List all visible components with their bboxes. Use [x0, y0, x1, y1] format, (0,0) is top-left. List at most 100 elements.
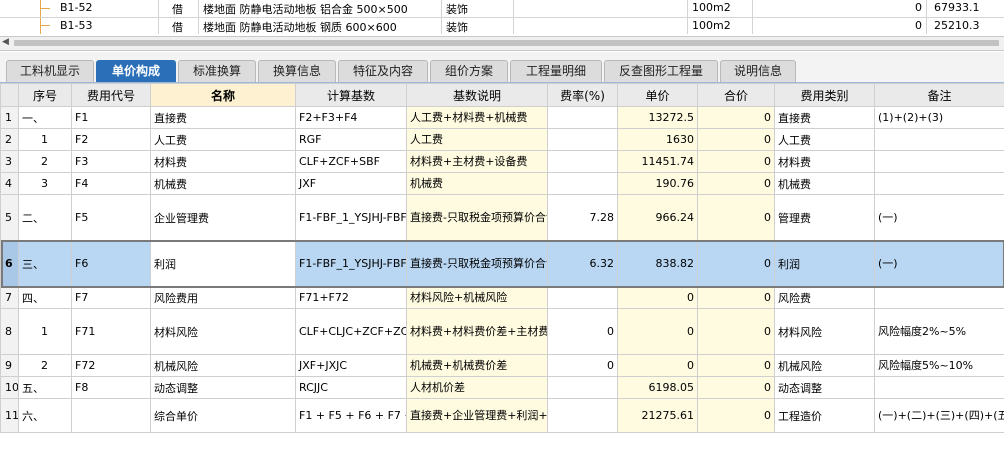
name-cell[interactable]: 动态调整	[150, 376, 296, 399]
unit-price-cell[interactable]: 0	[617, 286, 698, 309]
base-desc-cell[interactable]: 材料费+主材费+设备费	[406, 150, 548, 173]
fee-category-cell[interactable]: 材料费	[774, 150, 875, 173]
fee-category-cell[interactable]: 材料风险	[774, 308, 875, 355]
code-cell[interactable]: F2	[71, 128, 151, 151]
total-cell[interactable]: 0	[697, 194, 775, 241]
code-cell[interactable]: F1	[71, 106, 151, 129]
base-cell[interactable]: F1-FBF_1_YSJHJ-FBF_2_YSJHJ	[295, 240, 407, 287]
base-desc-cell[interactable]: 直接费-只取税金项预算价合计-不取费项预算价合计	[406, 194, 548, 241]
base-cell[interactable]: F1-FBF_1_YSJHJ-FBF_2_YSJHJ	[295, 194, 407, 241]
column-header-base-desc[interactable]: 基数说明	[406, 83, 548, 107]
remark-cell[interactable]: 风险幅度5%~10%	[874, 354, 1004, 377]
column-header-base[interactable]: 计算基数	[295, 83, 407, 107]
rate-cell[interactable]: 0	[547, 308, 618, 355]
tab-conversion-info[interactable]: 换算信息	[258, 60, 336, 82]
table-row[interactable]: 6三、F6利润F1-FBF_1_YSJHJ-FBF_2_YSJHJ直接费-只取税…	[0, 240, 1004, 287]
unit-price-cell[interactable]: 21275.61	[617, 398, 698, 433]
code-cell[interactable]: F4	[71, 172, 151, 195]
base-cell[interactable]: JXF+JXJC	[295, 354, 407, 377]
total-cell[interactable]: 0	[697, 398, 775, 433]
code-cell[interactable]: F71	[71, 308, 151, 355]
remark-cell[interactable]: (一)	[874, 240, 1004, 287]
fee-category-cell[interactable]: 利润	[774, 240, 875, 287]
seq-cell[interactable]: 1	[18, 308, 72, 355]
base-cell[interactable]: RGF	[295, 128, 407, 151]
rate-cell[interactable]: 6.32	[547, 240, 618, 287]
column-header-code[interactable]: 费用代号	[71, 83, 151, 107]
rate-cell[interactable]	[547, 106, 618, 129]
unit-price-cell[interactable]: 0	[617, 354, 698, 377]
column-header-fee-category[interactable]: 费用类别	[774, 83, 875, 107]
upper-table-row[interactable]: B1-52 借 楼地面 防静电活动地板 铝合金 500×500 装饰 100m2…	[0, 0, 1004, 18]
name-cell[interactable]: 企业管理费	[150, 194, 296, 241]
table-row[interactable]: 1 一、 F1 直接费 F2+F3+F4 人工费+材料费+机械费 13272.5 0 直接费 (1…	[0, 106, 1004, 129]
column-header-remark[interactable]: 备注	[874, 83, 1004, 107]
table-row[interactable]: 4 3 F4 机械费 JXF 机械费 190.76 0 机械费	[0, 172, 1004, 195]
base-desc-cell[interactable]: 直接费-只取税金项预算价合计-不取费项预算价合计	[406, 240, 548, 287]
base-cell[interactable]: F1 + F5 + F6 + F7 + F8	[295, 398, 407, 433]
total-cell[interactable]: 0	[697, 172, 775, 195]
name-cell[interactable]: 机械风险	[150, 354, 296, 377]
unit-price-cell[interactable]: 11451.74	[617, 150, 698, 173]
code-cell[interactable]: F8	[71, 376, 151, 399]
column-header-seq[interactable]: 序号	[18, 83, 72, 107]
base-cell[interactable]: JXF	[295, 172, 407, 195]
remark-cell[interactable]	[874, 150, 1004, 173]
remark-cell[interactable]	[874, 286, 1004, 309]
unit-price-cell[interactable]: 966.24	[617, 194, 698, 241]
code-cell[interactable]	[71, 398, 151, 433]
base-cell[interactable]: RCJJC	[295, 376, 407, 399]
base-cell[interactable]: CLF+CLJC+ZCF+ZCJC+SBF+SBJC	[295, 308, 407, 355]
table-row[interactable]: 2 1 F2 人工费 RGF 人工费 1630 0 人工费	[0, 128, 1004, 151]
name-cell[interactable]: 直接费	[150, 106, 296, 129]
tab-features-content[interactable]: 特征及内容	[338, 60, 428, 82]
total-cell[interactable]: 0	[697, 240, 775, 287]
scrollbar-thumb[interactable]	[14, 40, 999, 46]
table-row[interactable]: 10 五、 F8 动态调整 RCJJC 人材机价差 6198.05 0 动态调整	[0, 376, 1004, 399]
base-cell[interactable]: CLF+ZCF+SBF	[295, 150, 407, 173]
rate-cell[interactable]	[547, 398, 618, 433]
remark-cell[interactable]: (1)+(2)+(3)	[874, 106, 1004, 129]
horizontal-scrollbar[interactable]: ◀	[0, 36, 1004, 51]
remark-cell[interactable]: (一)	[874, 194, 1004, 241]
rate-cell[interactable]	[547, 128, 618, 151]
seq-cell[interactable]: 3	[18, 172, 72, 195]
fee-category-cell[interactable]: 人工费	[774, 128, 875, 151]
remark-cell[interactable]: (一)+(二)+(三)+(四)+(五)	[874, 398, 1004, 433]
table-row[interactable]: 81F71材料风险CLF+CLJC+ZCF+ZCJC+SBF+SBJC材料费+材…	[0, 308, 1004, 355]
fee-category-cell[interactable]: 动态调整	[774, 376, 875, 399]
scroll-left-arrow-icon[interactable]: ◀	[2, 37, 9, 47]
unit-price-cell[interactable]: 1630	[617, 128, 698, 151]
seq-cell[interactable]: 六、	[18, 398, 72, 433]
column-header-rate[interactable]: 费率(%)	[547, 83, 618, 107]
unit-price-cell[interactable]: 0	[617, 308, 698, 355]
remark-cell[interactable]: 风险幅度2%~5%	[874, 308, 1004, 355]
fee-category-cell[interactable]: 直接费	[774, 106, 875, 129]
rate-cell[interactable]: 7.28	[547, 194, 618, 241]
unit-price-cell[interactable]: 838.82	[617, 240, 698, 287]
rate-cell[interactable]	[547, 172, 618, 195]
seq-cell[interactable]: 二、	[18, 194, 72, 241]
tab-reverse-graphic-quantity[interactable]: 反查图形工程量	[604, 60, 718, 82]
base-desc-cell[interactable]: 材料费+材料费价差+主材费+主材费价差+设备费+设备费价差	[406, 308, 548, 355]
base-desc-cell[interactable]: 人材机价差	[406, 376, 548, 399]
base-desc-cell[interactable]: 机械费+机械费价差	[406, 354, 548, 377]
base-desc-cell[interactable]: 人工费	[406, 128, 548, 151]
seq-cell[interactable]: 三、	[18, 240, 72, 287]
unit-price-cell[interactable]: 190.76	[617, 172, 698, 195]
base-desc-cell[interactable]: 机械费	[406, 172, 548, 195]
tab-standard-conversion[interactable]: 标准换算	[178, 60, 256, 82]
name-cell[interactable]: 利润	[150, 240, 296, 287]
code-cell[interactable]: F6	[71, 240, 151, 287]
fee-category-cell[interactable]: 工程造价	[774, 398, 875, 433]
column-header-name[interactable]: 名称	[150, 83, 296, 107]
remark-cell[interactable]	[874, 376, 1004, 399]
table-row[interactable]: 5二、F5企业管理费F1-FBF_1_YSJHJ-FBF_2_YSJHJ直接费-…	[0, 194, 1004, 241]
name-cell[interactable]: 风险费用	[150, 286, 296, 309]
table-row[interactable]: 11六、 综合单价F1 + F5 + F6 + F7 + F8直接费+企业管理费+…	[0, 398, 1004, 433]
unit-price-cell[interactable]: 6198.05	[617, 376, 698, 399]
name-cell[interactable]: 人工费	[150, 128, 296, 151]
seq-cell[interactable]: 1	[18, 128, 72, 151]
tab-quantity-detail[interactable]: 工程量明细	[510, 60, 602, 82]
total-cell[interactable]: 0	[697, 354, 775, 377]
